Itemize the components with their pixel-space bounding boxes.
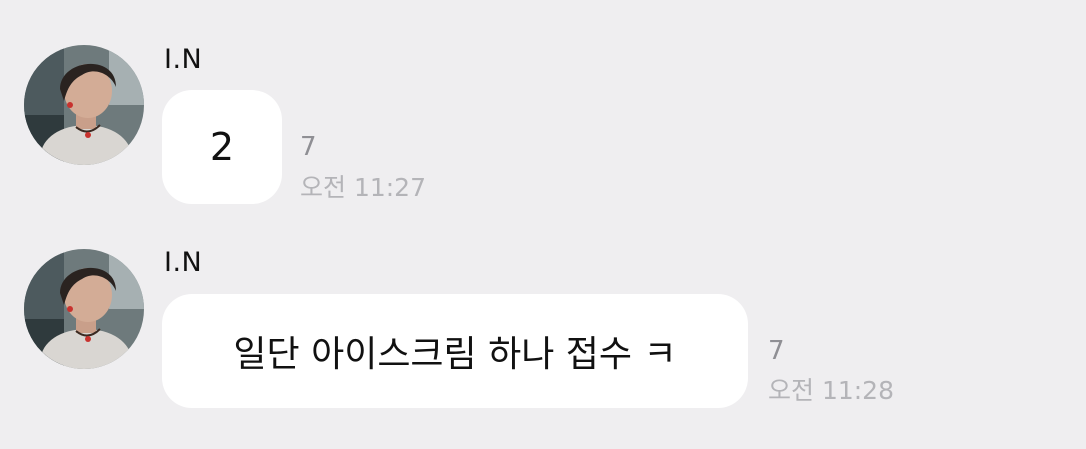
message-text: 일단 아이스크림 하나 접수 ㅋ	[233, 334, 677, 375]
message-text: 2	[209, 125, 235, 169]
unread-count: 7	[300, 132, 317, 162]
sender-name: I.N	[164, 44, 203, 75]
message-time: 오전 11:28	[768, 376, 894, 405]
avatar[interactable]	[24, 45, 144, 165]
unread-count: 7	[768, 336, 785, 366]
message-bubble[interactable]: 일단 아이스크림 하나 접수 ㅋ	[162, 294, 748, 408]
message-time: 오전 11:27	[300, 173, 426, 202]
sender-name: I.N	[164, 247, 203, 278]
message-bubble[interactable]: 2	[162, 90, 282, 204]
avatar[interactable]	[24, 249, 144, 369]
